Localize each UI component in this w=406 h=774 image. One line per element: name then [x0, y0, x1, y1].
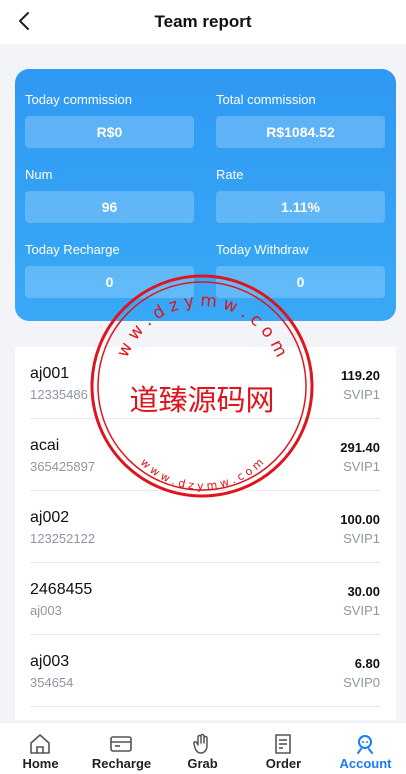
list-item[interactable]: aj003 354654 6.80 SVIP0 [30, 635, 380, 707]
user-icon [357, 735, 373, 754]
team-member-list: aj001 12335486 119.20 SVIP1 acai 3654258… [15, 347, 396, 720]
today-recharge-label: Today Recharge [25, 242, 120, 257]
member-level: SVIP1 [343, 603, 380, 618]
tab-account[interactable]: Account [325, 723, 406, 774]
total-commission-label: Total commission [216, 92, 316, 107]
tab-label: Account [339, 756, 392, 771]
header: Team report [0, 0, 406, 44]
rate-label: Rate [216, 167, 244, 182]
member-amount: 100.00 [340, 512, 380, 527]
tab-label: Recharge [91, 756, 152, 771]
tab-label: Grab [187, 756, 218, 771]
bottom-tab-bar: Home Recharge Grab Order Account [0, 722, 406, 774]
hand-icon [193, 733, 208, 754]
member-id: 365425897 [30, 459, 96, 474]
member-name: aj001 [30, 365, 70, 382]
tab-home[interactable]: Home [0, 723, 81, 774]
total-commission-value: R$1084.52 [216, 116, 385, 148]
member-id: 354654 [30, 675, 74, 690]
member-name: 2468455 [30, 581, 93, 598]
list-item[interactable]: aj002 123252122 100.00 SVIP1 [30, 491, 380, 563]
tab-label: Order [265, 756, 302, 771]
list-item[interactable]: 2468455 aj003 30.00 SVIP1 [30, 563, 380, 635]
member-amount: 6.80 [354, 656, 380, 671]
card-icon [110, 736, 132, 752]
today-recharge-value: 0 [25, 266, 194, 298]
today-commission-label: Today commission [25, 92, 132, 107]
member-name: aj002 [30, 509, 70, 526]
num-value: 96 [25, 191, 194, 223]
rate-value: 1.11% [216, 191, 385, 223]
num-label: Num [25, 167, 53, 182]
list-item[interactable]: acai 365425897 291.40 SVIP1 [30, 419, 380, 491]
member-id: aj003 [30, 603, 62, 618]
member-name: acai [30, 437, 60, 454]
member-level: SVIP0 [343, 675, 380, 690]
member-level: SVIP1 [343, 531, 380, 546]
member-level: SVIP1 [343, 459, 380, 474]
member-id: 12335486 [30, 387, 88, 402]
member-amount: 119.20 [340, 368, 380, 383]
member-amount: 30.00 [347, 584, 380, 599]
today-withdraw-value: 0 [216, 266, 385, 298]
page-title: Team report [154, 12, 252, 31]
tab-grab[interactable]: Grab [162, 723, 243, 774]
member-id: 123252122 [30, 531, 96, 546]
member-amount: 291.40 [340, 440, 380, 455]
member-name: aj003 [30, 653, 70, 670]
order-icon [275, 734, 291, 754]
member-level: SVIP1 [343, 387, 380, 402]
commission-summary-card: Today commission R$0 Total commission R$… [15, 69, 396, 321]
today-withdraw-label: Today Withdraw [216, 242, 309, 257]
home-icon [30, 734, 50, 754]
tab-label: Home [22, 756, 59, 771]
today-commission-value: R$0 [25, 116, 194, 148]
tab-order[interactable]: Order [243, 723, 324, 774]
list-item[interactable]: aj001 12335486 119.20 SVIP1 [30, 347, 380, 419]
tab-recharge[interactable]: Recharge [81, 723, 162, 774]
